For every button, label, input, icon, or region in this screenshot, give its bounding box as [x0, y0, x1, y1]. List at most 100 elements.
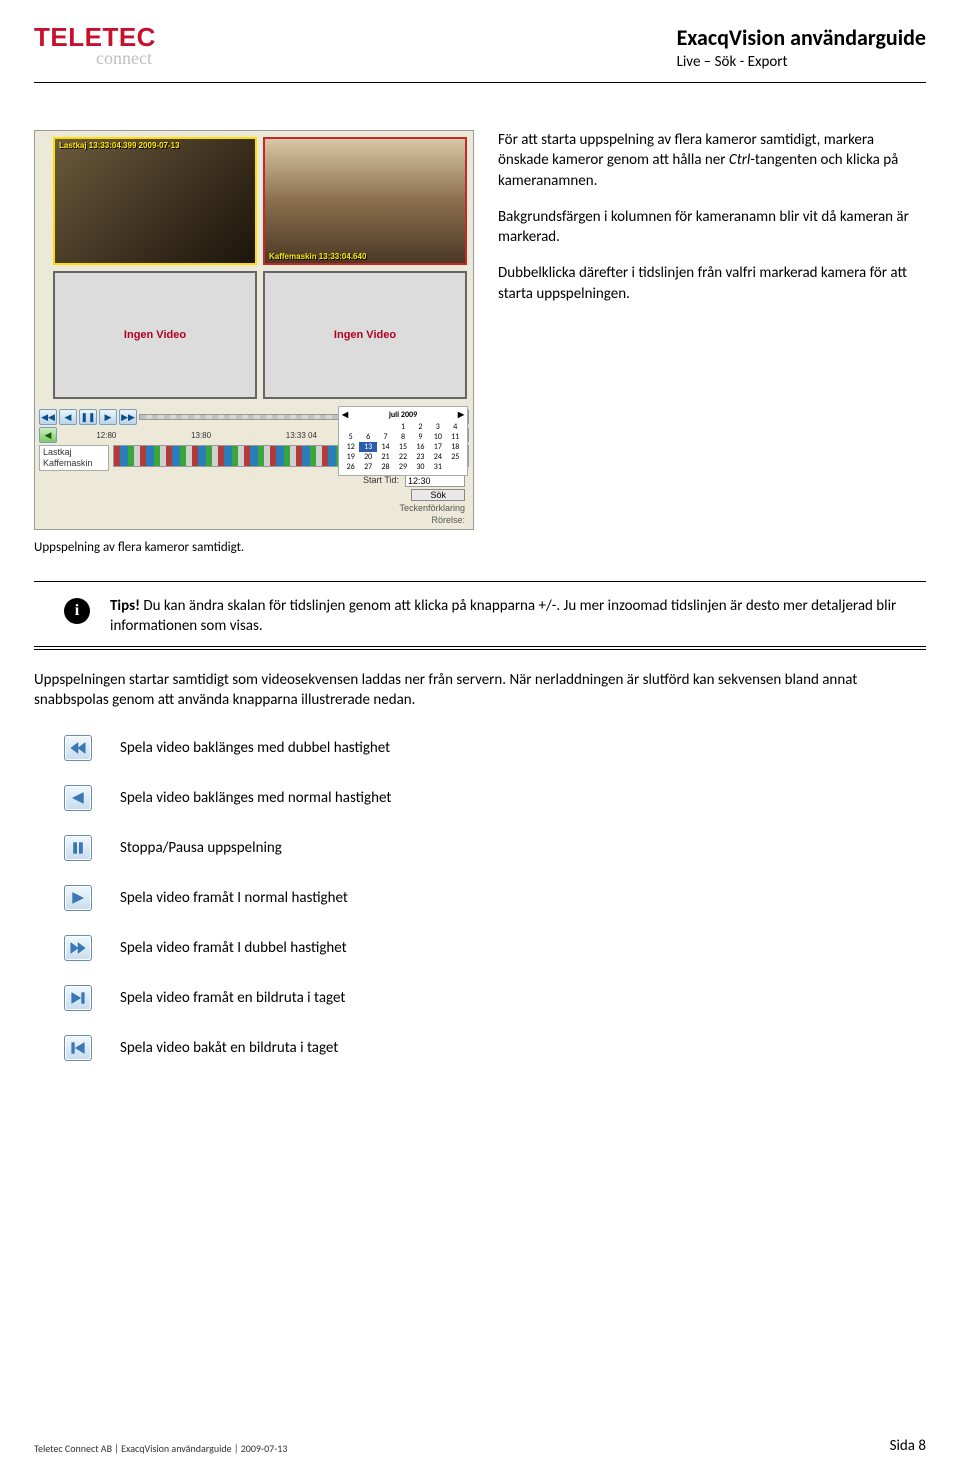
rewind-fast-label: Spela video baklänges med dubbel hastigh…: [120, 739, 390, 757]
calendar-day[interactable]: 26: [342, 462, 359, 472]
legend-row-forward-fast: Spela video framåt I dubbel hastighet: [64, 935, 926, 961]
time-tick-2: 13:80: [191, 431, 211, 440]
step-forward-label: Spela video framåt en bildruta i taget: [120, 989, 345, 1007]
calendar-day[interactable]: [359, 422, 376, 432]
legend-row-pause: Stoppa/Pausa uppspelning: [64, 835, 926, 861]
calendar-day[interactable]: 17: [429, 442, 446, 452]
calendar-day[interactable]: 31: [429, 462, 446, 472]
calendar-day[interactable]: 20: [359, 452, 376, 462]
step-back-icon: [64, 1035, 92, 1061]
footer-right: Sida 8: [890, 1437, 926, 1455]
tips-bold: Tips!: [110, 597, 140, 615]
tips-text: Tips! Du kan ändra skalan för tidslinjen…: [110, 596, 926, 637]
divider-mid: [34, 646, 926, 647]
pause-icon: [64, 835, 92, 861]
calendar-day[interactable]: 12: [342, 442, 359, 452]
playback-button-legend: Spela video baklänges med dubbel hastigh…: [34, 735, 926, 1061]
divider-bottom: [34, 649, 926, 650]
camera-name-list[interactable]: Lastkaj Kaffemaskin: [39, 445, 109, 471]
play-label: Spela video framåt I normal hastighet: [120, 889, 348, 907]
calendar-day[interactable]: 14: [377, 442, 394, 452]
search-controls: Start Tid: Sök Teckenförklaring Rörelse:: [39, 471, 469, 529]
calendar-prev-icon[interactable]: ◀: [342, 410, 348, 420]
tips-callout: i Tips! Du kan ändra skalan för tidslinj…: [34, 592, 926, 641]
forward-fast-icon: [64, 935, 92, 961]
page-content: Lastkaj 13:33:04.399 2009-07-13 Kaffemas…: [34, 130, 926, 1085]
calendar-title: juli 2009: [389, 410, 417, 420]
footer-left: Teletec Connect AB | ExacqVision använda…: [34, 1442, 287, 1455]
calendar-day[interactable]: 7: [377, 432, 394, 442]
calendar-widget[interactable]: ◀ juli 2009 ▶ 12345678910111213141516171…: [338, 406, 468, 476]
figure-and-text-row: Lastkaj 13:33:04.399 2009-07-13 Kaffemas…: [34, 130, 926, 555]
doc-title-block: ExacqVision användarguide Live – Sök - E…: [677, 24, 926, 71]
mini-play-icon[interactable]: ▶: [99, 409, 117, 425]
time-center: 13:33 04: [286, 431, 317, 440]
rewind-label: Spela video baklänges med normal hastigh…: [120, 789, 391, 807]
legend-label: Teckenförklaring: [399, 503, 465, 513]
calendar-day[interactable]: [377, 422, 394, 432]
calendar-day[interactable]: 3: [429, 422, 446, 432]
play-icon: [64, 885, 92, 911]
calendar-day[interactable]: 24: [429, 452, 446, 462]
camera-1-overlay: Lastkaj 13:33:04.399 2009-07-13: [59, 141, 180, 150]
calendar-day[interactable]: 10: [429, 432, 446, 442]
calendar-day[interactable]: 29: [394, 462, 411, 472]
calendar-day[interactable]: 13: [359, 442, 376, 452]
camera-list-item-2[interactable]: Kaffemaskin: [43, 458, 105, 469]
camera-tile-1: Lastkaj 13:33:04.399 2009-07-13: [53, 137, 257, 265]
legend-row: Teckenförklaring: [43, 503, 465, 513]
calendar-day[interactable]: 19: [342, 452, 359, 462]
info-icon: i: [64, 598, 90, 624]
start-time-input[interactable]: [405, 475, 465, 487]
ctrl-key-emphasis: Ctrl: [729, 151, 750, 169]
header-divider: [34, 82, 926, 83]
camera-list-item-1[interactable]: Lastkaj: [43, 447, 105, 458]
start-time-row: Start Tid:: [43, 475, 465, 487]
page-footer: Teletec Connect AB | ExacqVision använda…: [34, 1437, 926, 1455]
calendar-day[interactable]: 2: [412, 422, 429, 432]
step-back-label: Spela video bakåt en bildruta i taget: [120, 1039, 338, 1057]
doc-subtitle: Live – Sök - Export: [677, 53, 926, 71]
motion-row: Rörelse:: [43, 515, 465, 525]
mini-forward-fast-icon[interactable]: ▶▶: [119, 409, 137, 425]
calendar-day[interactable]: [447, 462, 464, 472]
forward-fast-label: Spela video framåt I dubbel hastighet: [120, 939, 347, 957]
calendar-day[interactable]: 21: [377, 452, 394, 462]
rewind-fast-icon: [64, 735, 92, 761]
calendar-day[interactable]: 23: [412, 452, 429, 462]
calendar-day[interactable]: 27: [359, 462, 376, 472]
camera-grid: Lastkaj 13:33:04.399 2009-07-13 Kaffemas…: [35, 131, 473, 271]
calendar-day[interactable]: 22: [394, 452, 411, 462]
calendar-day[interactable]: 1: [394, 422, 411, 432]
body-paragraph: Uppspelningen startar samtidigt som vide…: [34, 670, 926, 711]
mini-start-marker-icon[interactable]: ◀: [39, 427, 57, 443]
instruction-para-3: Dubbelklicka därefter i tidslinjen från …: [498, 263, 926, 304]
camera-2-overlay: Kaffemaskin 13:33:04.640: [269, 252, 366, 261]
search-button[interactable]: Sök: [411, 489, 465, 501]
calendar-day[interactable]: 15: [394, 442, 411, 452]
calendar-day[interactable]: 18: [447, 442, 464, 452]
camera-tile-3-novideo: Ingen Video: [53, 271, 257, 399]
doc-title: ExacqVision användarguide: [677, 24, 926, 51]
calendar-day[interactable]: 16: [412, 442, 429, 452]
mini-pause-icon[interactable]: ❚❚: [79, 409, 97, 425]
calendar-day[interactable]: 28: [377, 462, 394, 472]
calendar-next-icon[interactable]: ▶: [458, 410, 464, 420]
calendar-day[interactable]: 9: [412, 432, 429, 442]
novideo-label-2: Ingen Video: [334, 329, 396, 341]
calendar-day[interactable]: 5: [342, 432, 359, 442]
figure-caption: Uppspelning av flera kameror samtidigt.: [34, 540, 474, 555]
calendar-day[interactable]: 4: [447, 422, 464, 432]
screenshot-wrapper: Lastkaj 13:33:04.399 2009-07-13 Kaffemas…: [34, 130, 474, 555]
mini-rewind-fast-icon[interactable]: ◀◀: [39, 409, 57, 425]
calendar-day[interactable]: 25: [447, 452, 464, 462]
search-button-row: Sök: [43, 489, 465, 501]
calendar-day[interactable]: 8: [394, 432, 411, 442]
calendar-day[interactable]: [342, 422, 359, 432]
calendar-day[interactable]: 11: [447, 432, 464, 442]
mini-rewind-icon[interactable]: ◀: [59, 409, 77, 425]
instruction-text-column: För att starta uppspelning av flera kame…: [498, 130, 926, 555]
calendar-day[interactable]: 30: [412, 462, 429, 472]
motion-label: Rörelse:: [431, 515, 465, 525]
calendar-day[interactable]: 6: [359, 432, 376, 442]
